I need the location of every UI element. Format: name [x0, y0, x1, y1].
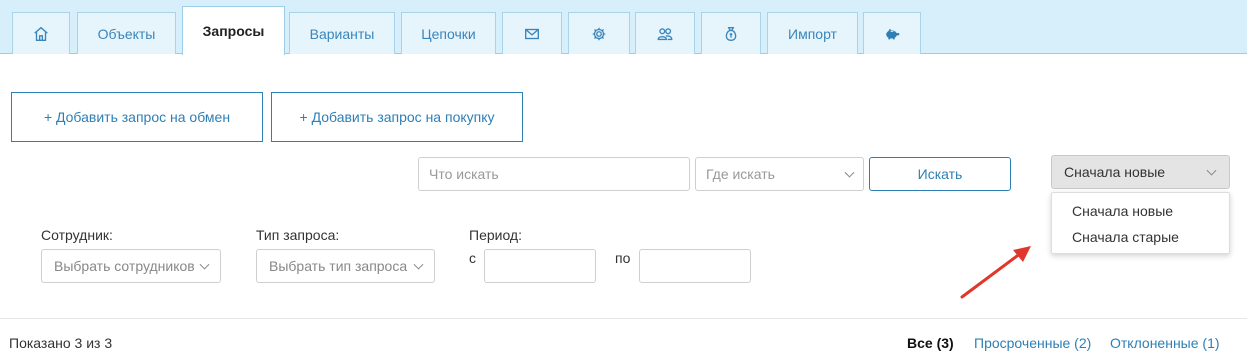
sort-selected-value: Сначала новые: [1064, 164, 1166, 180]
tab-requests-label: Запросы: [202, 23, 265, 39]
period-to-label: по: [615, 250, 631, 266]
chevron-down-icon: [413, 259, 424, 270]
request-type-select-placeholder: Выбрать тип запроса: [269, 258, 408, 274]
results-count: Показано 3 из 3: [9, 335, 113, 351]
sort-option-newest[interactable]: Сначала новые: [1072, 203, 1173, 219]
sort-option-oldest[interactable]: Сначала старые: [1072, 229, 1179, 245]
add-purchase-request-label: + Добавить запрос на покупку: [299, 109, 495, 125]
employee-select-placeholder: Выбрать сотрудников: [54, 258, 195, 274]
money-bag-icon: [725, 26, 737, 41]
chevron-down-icon: [844, 167, 855, 178]
filter-all-link[interactable]: Все (3): [907, 335, 954, 351]
tab-finance[interactable]: [701, 12, 761, 54]
sort-select[interactable]: Сначала новые: [1051, 155, 1230, 189]
tab-home[interactable]: [12, 12, 70, 54]
tab-variants-label: Варианты: [309, 25, 375, 42]
period-from-label: с: [469, 250, 476, 266]
period-from-input[interactable]: [484, 249, 596, 283]
period-label: Период:: [469, 227, 522, 243]
employee-select[interactable]: Выбрать сотрудников: [41, 249, 221, 283]
chevron-down-icon: [199, 259, 210, 270]
tab-users[interactable]: [635, 12, 695, 54]
sort-dropdown: Сначала новые Сначала старые: [1051, 192, 1230, 254]
tab-requests[interactable]: Запросы: [182, 6, 285, 55]
gear-icon: [592, 27, 606, 40]
add-exchange-request-button[interactable]: + Добавить запрос на обмен: [11, 92, 263, 142]
home-icon: [34, 26, 48, 41]
filter-overdue-link[interactable]: Просроченные (2): [974, 335, 1091, 351]
users-icon: [657, 27, 673, 40]
tab-objects[interactable]: Объекты: [77, 12, 176, 54]
chevron-down-icon: [1206, 165, 1217, 176]
search-what-input[interactable]: Что искать: [418, 157, 690, 191]
request-type-select[interactable]: Выбрать тип запроса: [256, 249, 435, 283]
employee-label: Сотрудник:: [41, 227, 113, 243]
tab-chains[interactable]: Цепочки: [401, 12, 496, 54]
tab-savings[interactable]: [863, 12, 921, 54]
search-button[interactable]: Искать: [869, 157, 1011, 191]
mail-icon: [525, 28, 539, 39]
tab-mail[interactable]: [502, 12, 562, 54]
filter-rejected-link[interactable]: Отклоненные (1): [1110, 335, 1220, 351]
search-where-select[interactable]: Где искать: [695, 157, 864, 191]
tab-variants[interactable]: Варианты: [289, 12, 395, 54]
divider: [0, 318, 1247, 319]
tab-import-label: Импорт: [788, 25, 837, 42]
tab-settings[interactable]: [568, 12, 630, 54]
tab-objects-label: Объекты: [97, 25, 156, 42]
tab-import[interactable]: Импорт: [767, 12, 858, 54]
tab-chains-label: Цепочки: [421, 25, 476, 42]
period-to-input[interactable]: [639, 249, 751, 283]
add-exchange-request-label: + Добавить запрос на обмен: [43, 109, 231, 125]
piggy-bank-icon: [886, 28, 900, 39]
search-button-label: Искать: [917, 166, 963, 182]
tab-bar: Объекты Запросы Варианты Цепочки Импорт: [0, 0, 1247, 55]
add-purchase-request-button[interactable]: + Добавить запрос на покупку: [271, 92, 523, 142]
search-what-placeholder: Что искать: [429, 166, 499, 182]
annotation-arrow-icon: [960, 246, 1031, 299]
search-where-placeholder: Где искать: [706, 166, 775, 182]
request-type-label: Тип запроса:: [256, 227, 340, 243]
